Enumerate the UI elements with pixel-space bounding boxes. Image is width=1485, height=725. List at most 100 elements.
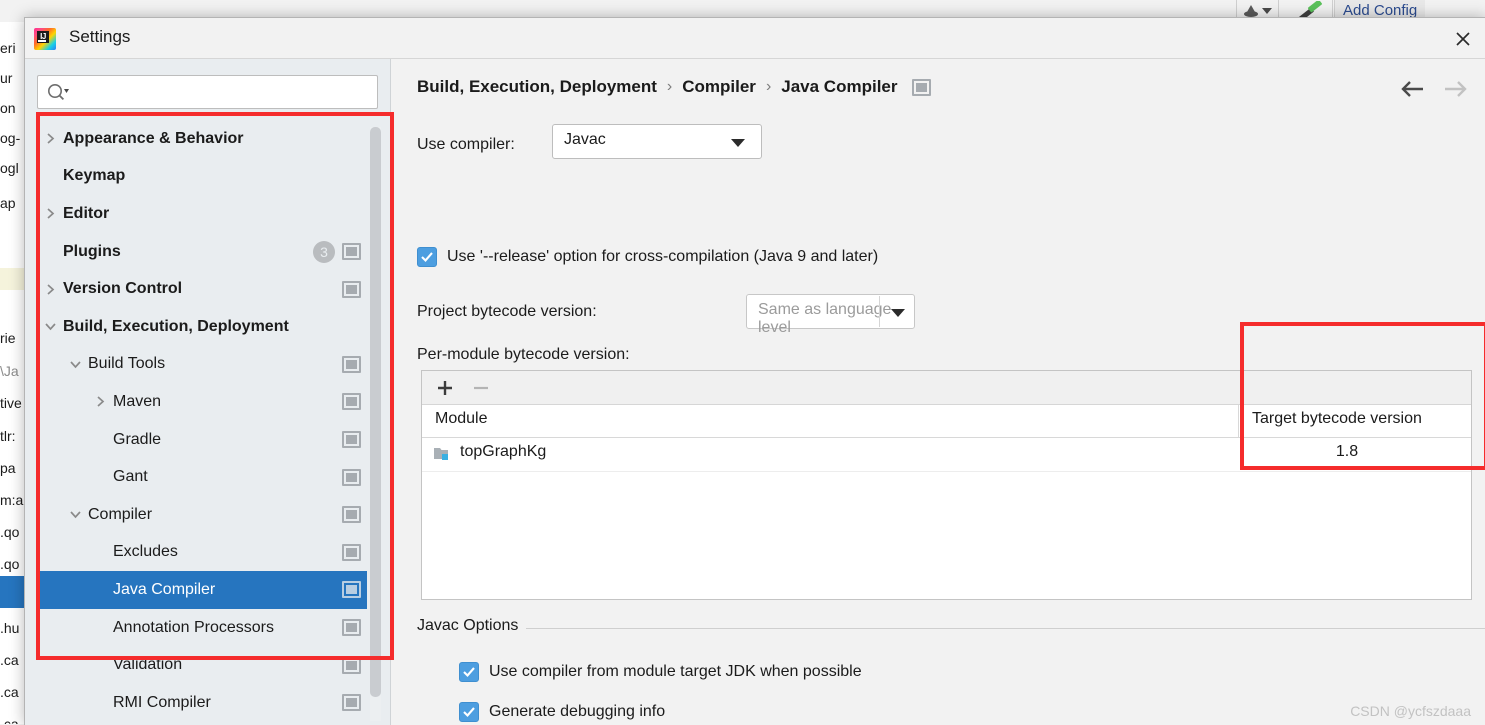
module-settings-icon — [342, 431, 361, 449]
sidebar-item-label: Build, Execution, Deployment — [63, 317, 289, 335]
sidebar-item-label: Keymap — [63, 167, 126, 185]
cell-module-name: topGraphKg — [460, 443, 547, 460]
chevron-down-icon[interactable] — [1262, 8, 1272, 14]
dialog-title: Settings — [69, 27, 131, 46]
breadcrumb: Build, Execution, Deployment › Compiler › Ja… — [417, 77, 931, 97]
sidebar-item-build-tools[interactable]: Build Tools — [37, 346, 367, 384]
remove-row-button[interactable] — [470, 377, 492, 399]
sidebar-item-label: Appearance & Behavior — [63, 129, 244, 147]
javac-options-divider — [417, 628, 1485, 629]
per-module-label: Per-module bytecode version: — [417, 346, 630, 363]
module-folder-icon — [434, 446, 451, 461]
sidebar-item-validation[interactable]: Validation — [37, 646, 367, 684]
chevron-right-icon[interactable] — [37, 132, 63, 145]
breadcrumb-item-1[interactable]: Compiler — [682, 77, 756, 97]
sidebar-item-editor[interactable]: Editor — [37, 195, 367, 233]
chevron-down-icon — [891, 309, 905, 317]
module-settings-icon — [342, 656, 361, 674]
sidebar-item-excludes[interactable]: Excludes — [37, 534, 367, 572]
sidebar-item-label: Gradle — [113, 430, 162, 448]
breadcrumb-item-0[interactable]: Build, Execution, Deployment — [417, 77, 657, 97]
column-header-module[interactable]: Module — [435, 410, 487, 428]
chevron-down-icon[interactable] — [62, 359, 88, 370]
sidebar-item-label: Excludes — [113, 543, 178, 561]
dialog-titlebar: IJ Settings — [25, 18, 1485, 59]
sidebar-item-build-execution-deployment[interactable]: Build, Execution, Deployment — [37, 308, 367, 346]
arrow-right-icon — [1440, 77, 1468, 101]
javac-option-label-0: Use compiler from module target JDK when… — [489, 663, 862, 680]
sidebar-item-rmi-compiler[interactable]: RMI Compiler — [37, 684, 367, 722]
use-compiler-dropdown[interactable]: Javac — [552, 124, 762, 159]
sidebar-item-plugins[interactable]: Plugins 3 — [37, 233, 367, 271]
sidebar-item-compiler[interactable]: Compiler — [37, 496, 367, 534]
release-option-label: Use '--release' option for cross-compila… — [447, 248, 879, 265]
plugins-update-badge: 3 — [313, 240, 335, 263]
sidebar-item-label: Maven — [113, 392, 162, 410]
search-icon — [47, 83, 69, 106]
release-option-row[interactable]: Use '--release' option for cross-compila… — [417, 247, 878, 267]
settings-dialog: IJ Settings Appearance & Behavior Keymap… — [24, 17, 1485, 725]
javac-option-checkbox-0[interactable] — [459, 662, 479, 682]
sidebar-item-label: Compiler — [88, 505, 153, 523]
tree-scrollbar[interactable] — [370, 127, 381, 721]
sidebar-item-label: Build Tools — [88, 355, 166, 373]
module-settings-icon — [342, 468, 361, 486]
javac-option-row-1[interactable]: Generate debugging info — [459, 702, 665, 722]
breadcrumb-item-2[interactable]: Java Compiler — [781, 77, 897, 97]
table-header-row: Module Target bytecode version — [422, 405, 1471, 438]
release-option-checkbox[interactable] — [417, 247, 437, 267]
sidebar-item-label: RMI Compiler — [113, 693, 211, 711]
add-row-button[interactable] — [434, 377, 456, 399]
chevron-right-icon[interactable] — [37, 207, 63, 220]
settings-left-pane: Appearance & Behavior Keymap Editor Plugins… — [25, 59, 391, 725]
module-settings-icon — [342, 393, 361, 411]
tree-scrollbar-thumb[interactable] — [370, 127, 381, 697]
search-field[interactable] — [37, 75, 378, 109]
settings-tree[interactable]: Appearance & Behavior Keymap Editor Plugins… — [37, 120, 367, 725]
sidebar-item-annotation-processors[interactable]: Annotation Processors — [37, 609, 367, 647]
close-icon[interactable] — [1450, 26, 1476, 52]
javac-option-row-0[interactable]: Use compiler from module target JDK when… — [459, 662, 862, 682]
column-header-target-bytecode[interactable]: Target bytecode version — [1252, 410, 1470, 428]
intellij-idea-logo-icon: IJ — [34, 28, 56, 50]
dialog-body: Appearance & Behavior Keymap Editor Plugins… — [25, 59, 1485, 725]
sidebar-item-appearance-behavior[interactable]: Appearance & Behavior — [37, 120, 367, 158]
sidebar-item-label: Gant — [113, 468, 148, 486]
arrow-left-icon[interactable] — [1400, 77, 1428, 101]
sidebar-item-label: Java Compiler — [113, 580, 216, 598]
javac-option-checkbox-1[interactable] — [459, 702, 479, 722]
module-settings-icon — [342, 506, 361, 524]
sidebar-item-gradle[interactable]: Gradle — [37, 421, 367, 459]
settings-right-pane: Build, Execution, Deployment › Compiler › Ja… — [391, 59, 1485, 725]
sidebar-item-keymap[interactable]: Keymap — [37, 158, 367, 196]
cell-target-bytecode[interactable]: 1.8 — [1252, 443, 1442, 461]
use-compiler-label: Use compiler: — [417, 136, 515, 153]
per-module-bytecode-table: Module Target bytecode version topGraphK… — [421, 370, 1472, 600]
chevron-right-icon[interactable] — [37, 283, 63, 296]
table-toolbar — [422, 371, 1471, 405]
breadcrumb-separator: › — [765, 78, 772, 95]
project-bytecode-label: Project bytecode version: — [417, 303, 597, 320]
sidebar-item-label: Version Control — [63, 280, 183, 298]
javac-option-label-1: Generate debugging info — [489, 703, 666, 720]
module-settings-icon — [342, 543, 361, 561]
module-settings-icon — [342, 581, 361, 599]
sidebar-item-gant[interactable]: Gant — [37, 458, 367, 496]
table-row[interactable]: topGraphKg 1.8 — [422, 438, 1471, 472]
sidebar-item-maven[interactable]: Maven — [37, 383, 367, 421]
chevron-down-icon — [731, 139, 745, 147]
watermark: CSDN @ycfszdaaa — [1350, 703, 1471, 719]
module-settings-icon — [342, 694, 361, 712]
sidebar-item-label: Editor — [63, 204, 110, 222]
project-bytecode-value: Same as language level — [758, 301, 892, 336]
chevron-down-icon[interactable] — [62, 509, 88, 520]
project-bytecode-dropdown[interactable]: Same as language level — [746, 294, 915, 336]
use-compiler-value: Javac — [564, 131, 606, 148]
sidebar-item-label: Annotation Processors — [113, 618, 274, 636]
javac-options-title: Javac Options — [417, 617, 527, 635]
search-input[interactable] — [73, 76, 377, 109]
sidebar-item-java-compiler[interactable]: Java Compiler — [37, 571, 367, 609]
chevron-down-icon[interactable] — [37, 321, 63, 332]
chevron-right-icon[interactable] — [87, 395, 113, 408]
sidebar-item-version-control[interactable]: Version Control — [37, 270, 367, 308]
